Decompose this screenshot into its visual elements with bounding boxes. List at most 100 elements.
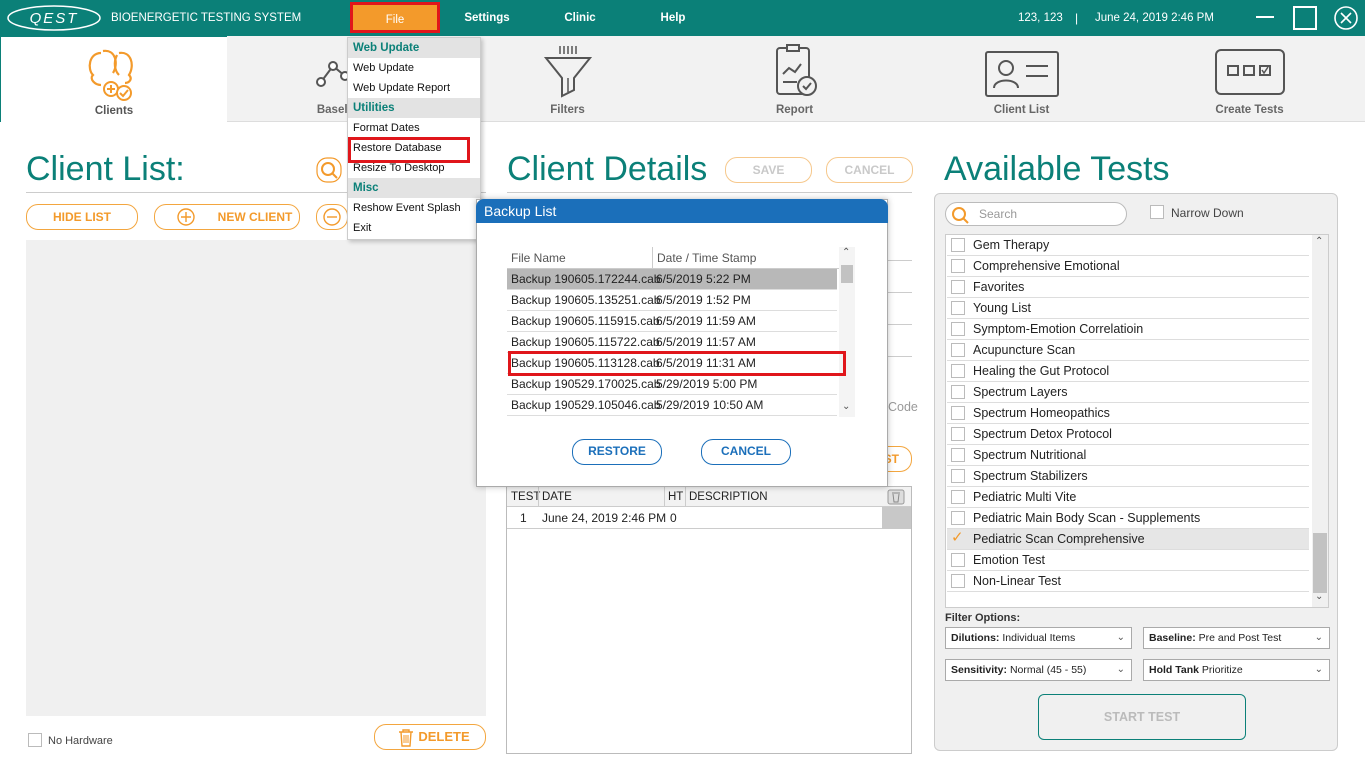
menu-settings[interactable]: Settings <box>450 0 524 36</box>
minus-circle-icon <box>323 208 341 226</box>
menu-file[interactable]: File <box>350 2 440 33</box>
menu-clinic[interactable]: Clinic <box>548 0 612 36</box>
sensitivity-value: Normal (45 - 55) <box>1009 664 1087 676</box>
test-checkbox[interactable] <box>951 364 965 378</box>
list-item[interactable]: Spectrum Layers <box>947 382 1309 403</box>
client-list-area[interactable] <box>26 240 486 716</box>
hold-tank-select[interactable]: Hold Tank Prioritize ⌄ <box>1143 659 1330 681</box>
maximize-icon[interactable] <box>1293 6 1317 30</box>
row-scrollbar[interactable] <box>882 507 911 529</box>
test-checkbox[interactable] <box>951 280 965 294</box>
test-checkbox[interactable] <box>951 301 965 315</box>
menu-item-exit[interactable]: Exit <box>348 218 480 238</box>
backup-timestamp: 5/29/2019 10:50 AM <box>656 398 764 412</box>
narrow-down-checkbox[interactable] <box>1150 205 1164 219</box>
scroll-thumb[interactable] <box>1313 533 1327 593</box>
backup-scrollbar[interactable]: ⌃ ⌄ <box>839 247 855 417</box>
tab-create-tests[interactable]: Create Tests <box>1136 36 1363 122</box>
test-checkbox[interactable] <box>951 469 965 483</box>
backup-row[interactable]: Backup 190605.115915.cab 6/5/2019 11:59 A… <box>507 311 837 332</box>
test-name: Emotion Test <box>973 553 1046 567</box>
chevron-down-icon[interactable]: ⌄ <box>842 401 850 412</box>
table-row[interactable]: 1 June 24, 2019 2:46 PM 0 <box>507 507 911 529</box>
checkmark-icon[interactable]: ✓ <box>951 530 965 546</box>
chevron-down-icon[interactable]: ⌄ <box>1315 591 1323 602</box>
list-item[interactable]: Comprehensive Emotional <box>947 256 1309 277</box>
test-checkbox[interactable] <box>951 406 965 420</box>
remove-client-button[interactable] <box>316 204 348 230</box>
trash-header-icon[interactable] <box>887 489 905 505</box>
close-icon[interactable] <box>1333 5 1359 31</box>
test-scrollbar[interactable]: ⌃ ⌄ <box>1312 235 1328 607</box>
tab-report[interactable]: Report <box>681 36 908 122</box>
hide-list-button[interactable]: HIDE LIST <box>26 204 138 230</box>
code-label: Code <box>888 400 918 414</box>
backup-row[interactable]: Backup 190605.115722.cab 6/5/2019 11:57 A… <box>507 332 837 353</box>
test-checkbox[interactable] <box>951 553 965 567</box>
test-checkbox[interactable] <box>951 343 965 357</box>
list-item[interactable]: ✓ Pediatric Scan Comprehensive <box>947 529 1309 550</box>
menu-item-reshow-event-splash[interactable]: Reshow Event Splash <box>348 198 480 218</box>
baseline-select[interactable]: Baseline: Pre and Post Test ⌄ <box>1143 627 1330 649</box>
menu-item-format-dates[interactable]: Format Dates <box>348 118 480 138</box>
list-item[interactable]: Young List <box>947 298 1309 319</box>
list-item[interactable]: Spectrum Nutritional <box>947 445 1309 466</box>
tab-filters[interactable]: Filters <box>454 36 681 122</box>
backup-row[interactable]: Backup 190605.172244.cab 6/5/2019 5:22 PM <box>507 269 837 290</box>
backup-row[interactable]: Backup 190605.135251.cab 6/5/2019 1:52 PM <box>507 290 837 311</box>
restore-button[interactable]: RESTORE <box>572 439 662 465</box>
search-input[interactable]: Search <box>979 207 1017 221</box>
list-item[interactable]: Emotion Test <box>947 550 1309 571</box>
menu-help[interactable]: Help <box>646 0 700 36</box>
dialog-cancel-button[interactable]: CANCEL <box>701 439 791 465</box>
filters-icon <box>543 46 592 98</box>
save-button[interactable]: SAVE <box>725 157 812 183</box>
list-item[interactable]: Gem Therapy <box>947 235 1309 256</box>
menu-item-web-update-report[interactable]: Web Update Report <box>348 78 480 98</box>
list-item[interactable]: Acupuncture Scan <box>947 340 1309 361</box>
test-checkbox[interactable] <box>951 427 965 441</box>
chevron-up-icon[interactable]: ⌃ <box>842 247 850 258</box>
search-client-icon[interactable] <box>316 157 342 183</box>
trash-icon <box>399 729 413 747</box>
scroll-thumb[interactable] <box>841 265 853 283</box>
list-item[interactable]: Spectrum Detox Protocol <box>947 424 1309 445</box>
tab-client-list[interactable]: Client List <box>908 36 1135 122</box>
selected-backup-highlight <box>508 351 846 376</box>
test-checkbox[interactable] <box>951 490 965 504</box>
chevron-up-icon[interactable]: ⌃ <box>1315 236 1323 247</box>
test-checkbox[interactable] <box>951 238 965 252</box>
dilutions-select[interactable]: Dilutions: Individual Items ⌄ <box>945 627 1132 649</box>
list-item[interactable]: Symptom-Emotion Correlatioin <box>947 319 1309 340</box>
menu-item-web-update[interactable]: Web Update <box>348 58 480 78</box>
list-item[interactable]: Favorites <box>947 277 1309 298</box>
minimize-icon[interactable] <box>1256 16 1274 18</box>
backup-row[interactable]: Backup 190529.170025.cab 5/29/2019 5:00 P… <box>507 374 837 395</box>
details-cancel-button[interactable]: CANCEL <box>826 157 913 183</box>
list-item[interactable]: Healing the Gut Protocol <box>947 361 1309 382</box>
client-details-divider <box>507 192 912 193</box>
delete-button[interactable]: DELETE <box>374 724 486 750</box>
new-client-button[interactable]: NEW CLIENT <box>154 204 300 230</box>
test-checkbox[interactable] <box>951 385 965 399</box>
list-item[interactable]: Pediatric Main Body Scan - Supplements <box>947 508 1309 529</box>
tab-filters-label: Filters <box>550 104 585 116</box>
test-search-box[interactable]: Search <box>945 202 1127 226</box>
test-name: Spectrum Detox Protocol <box>973 427 1112 441</box>
test-checkbox[interactable] <box>951 511 965 525</box>
backup-row[interactable]: Backup 190529.105046.cab 5/29/2019 10:50 … <box>507 395 837 416</box>
test-checkbox[interactable] <box>951 259 965 273</box>
list-item[interactable]: Spectrum Homeopathics <box>947 403 1309 424</box>
test-name: Spectrum Nutritional <box>973 448 1087 462</box>
detail-line <box>888 260 912 261</box>
sensitivity-select[interactable]: Sensitivity: Normal (45 - 55) ⌄ <box>945 659 1132 681</box>
list-item[interactable]: Spectrum Stabilizers <box>947 466 1309 487</box>
test-checkbox[interactable] <box>951 574 965 588</box>
list-item[interactable]: Pediatric Multi Vite <box>947 487 1309 508</box>
start-test-button[interactable]: START TEST <box>1038 694 1246 740</box>
test-checkbox[interactable] <box>951 448 965 462</box>
list-item[interactable]: Non-Linear Test <box>947 571 1309 592</box>
no-hardware-checkbox[interactable] <box>28 733 42 747</box>
test-checkbox[interactable] <box>951 322 965 336</box>
tab-clients[interactable]: Clients <box>0 36 227 122</box>
